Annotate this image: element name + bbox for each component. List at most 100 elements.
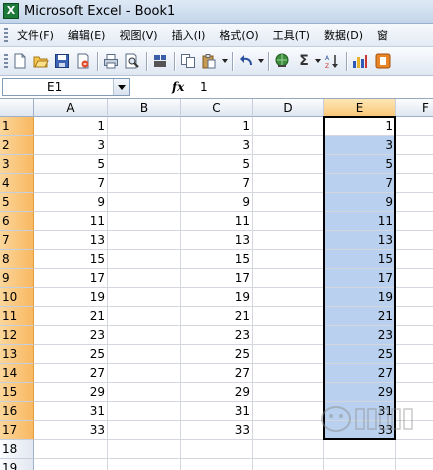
cell-b13[interactable] — [108, 345, 181, 364]
row-header[interactable]: 19 — [0, 459, 34, 470]
row-header[interactable]: 1 — [0, 117, 34, 136]
help-icon[interactable] — [375, 53, 391, 69]
cell-a3[interactable]: 5 — [34, 155, 108, 174]
cell-e4[interactable]: 7 — [324, 174, 396, 193]
cell-e6[interactable]: 11 — [324, 212, 396, 231]
cell-b4[interactable] — [108, 174, 181, 193]
cell-f6[interactable] — [396, 212, 433, 231]
row-header[interactable]: 10 — [0, 288, 34, 307]
cell-a8[interactable]: 15 — [34, 250, 108, 269]
undo-icon[interactable] — [238, 53, 254, 69]
menu-grip-icon[interactable] — [4, 28, 8, 43]
cell-f7[interactable] — [396, 231, 433, 250]
cell-e9[interactable]: 17 — [324, 269, 396, 288]
paste-icon[interactable] — [201, 53, 217, 69]
menu-item[interactable]: 文件(F) — [12, 24, 59, 47]
cell-f14[interactable] — [396, 364, 433, 383]
formula-input[interactable]: 1 — [200, 78, 208, 96]
cell-d2[interactable] — [253, 136, 324, 155]
autosum-dropdown-icon[interactable] — [315, 59, 321, 63]
cell-c18[interactable] — [181, 440, 253, 459]
cell-f8[interactable] — [396, 250, 433, 269]
row-header[interactable]: 18 — [0, 440, 34, 459]
cell-d11[interactable] — [253, 307, 324, 326]
menu-item[interactable]: 视图(V) — [114, 24, 162, 47]
name-box-dropdown[interactable] — [113, 79, 129, 95]
cell-e11[interactable]: 21 — [324, 307, 396, 326]
menu-item[interactable]: 插入(I) — [167, 24, 211, 47]
cell-b10[interactable] — [108, 288, 181, 307]
cell-b9[interactable] — [108, 269, 181, 288]
cell-a15[interactable]: 29 — [34, 383, 108, 402]
cell-f15[interactable] — [396, 383, 433, 402]
cell-c17[interactable]: 33 — [181, 421, 253, 440]
cell-a9[interactable]: 17 — [34, 269, 108, 288]
cell-a13[interactable]: 25 — [34, 345, 108, 364]
row-header[interactable]: 12 — [0, 326, 34, 345]
cell-e3[interactable]: 5 — [324, 155, 396, 174]
cell-e2[interactable]: 3 — [324, 136, 396, 155]
cell-c13[interactable]: 25 — [181, 345, 253, 364]
cell-a17[interactable]: 33 — [34, 421, 108, 440]
cell-e5[interactable]: 9 — [324, 193, 396, 212]
cell-e18[interactable] — [324, 440, 396, 459]
cell-e19[interactable] — [324, 459, 396, 470]
cell-f11[interactable] — [396, 307, 433, 326]
row-header[interactable]: 15 — [0, 383, 34, 402]
cell-a10[interactable]: 19 — [34, 288, 108, 307]
cell-f2[interactable] — [396, 136, 433, 155]
cell-d14[interactable] — [253, 364, 324, 383]
cell-a5[interactable]: 9 — [34, 193, 108, 212]
cell-b11[interactable] — [108, 307, 181, 326]
cell-b19[interactable] — [108, 459, 181, 470]
toolbar-grip-icon[interactable] — [4, 54, 8, 69]
cell-d15[interactable] — [253, 383, 324, 402]
cell-c10[interactable]: 19 — [181, 288, 253, 307]
cell-c12[interactable]: 23 — [181, 326, 253, 345]
cell-a2[interactable]: 3 — [34, 136, 108, 155]
cell-d9[interactable] — [253, 269, 324, 288]
cell-b3[interactable] — [108, 155, 181, 174]
cell-a6[interactable]: 11 — [34, 212, 108, 231]
cell-d13[interactable] — [253, 345, 324, 364]
cell-f9[interactable] — [396, 269, 433, 288]
menu-item[interactable]: 数据(D) — [319, 24, 368, 47]
menu-item[interactable]: 编辑(E) — [63, 24, 111, 47]
insert-function-icon[interactable]: fx — [172, 78, 184, 96]
row-header[interactable]: 5 — [0, 193, 34, 212]
cell-f18[interactable] — [396, 440, 433, 459]
cell-f1[interactable] — [396, 117, 433, 136]
cell-c1[interactable]: 1 — [181, 117, 253, 136]
row-header[interactable]: 9 — [0, 269, 34, 288]
cell-d7[interactable] — [253, 231, 324, 250]
cell-c8[interactable]: 15 — [181, 250, 253, 269]
cell-e12[interactable]: 23 — [324, 326, 396, 345]
save-icon[interactable] — [54, 53, 70, 69]
menu-item[interactable]: 工具(T) — [268, 24, 315, 47]
cell-b8[interactable] — [108, 250, 181, 269]
chart-wizard-icon[interactable] — [352, 53, 368, 69]
column-header-a[interactable]: A — [34, 99, 108, 117]
cell-c3[interactable]: 5 — [181, 155, 253, 174]
column-header-e[interactable]: E — [324, 99, 396, 117]
cell-b16[interactable] — [108, 402, 181, 421]
cell-d8[interactable] — [253, 250, 324, 269]
cell-a1[interactable]: 1 — [34, 117, 108, 136]
cell-e7[interactable]: 13 — [324, 231, 396, 250]
cell-d1[interactable] — [253, 117, 324, 136]
row-header[interactable]: 3 — [0, 155, 34, 174]
cell-d16[interactable] — [253, 402, 324, 421]
cell-f12[interactable] — [396, 326, 433, 345]
menu-item[interactable]: 格式(O) — [214, 24, 263, 47]
cell-e17[interactable]: 33 — [324, 421, 396, 440]
cell-f4[interactable] — [396, 174, 433, 193]
column-header-b[interactable]: B — [108, 99, 181, 117]
cell-e10[interactable]: 19 — [324, 288, 396, 307]
cell-f13[interactable] — [396, 345, 433, 364]
cell-d4[interactable] — [253, 174, 324, 193]
cell-a18[interactable] — [34, 440, 108, 459]
row-header[interactable]: 13 — [0, 345, 34, 364]
cell-f3[interactable] — [396, 155, 433, 174]
row-header[interactable]: 17 — [0, 421, 34, 440]
cell-e14[interactable]: 27 — [324, 364, 396, 383]
